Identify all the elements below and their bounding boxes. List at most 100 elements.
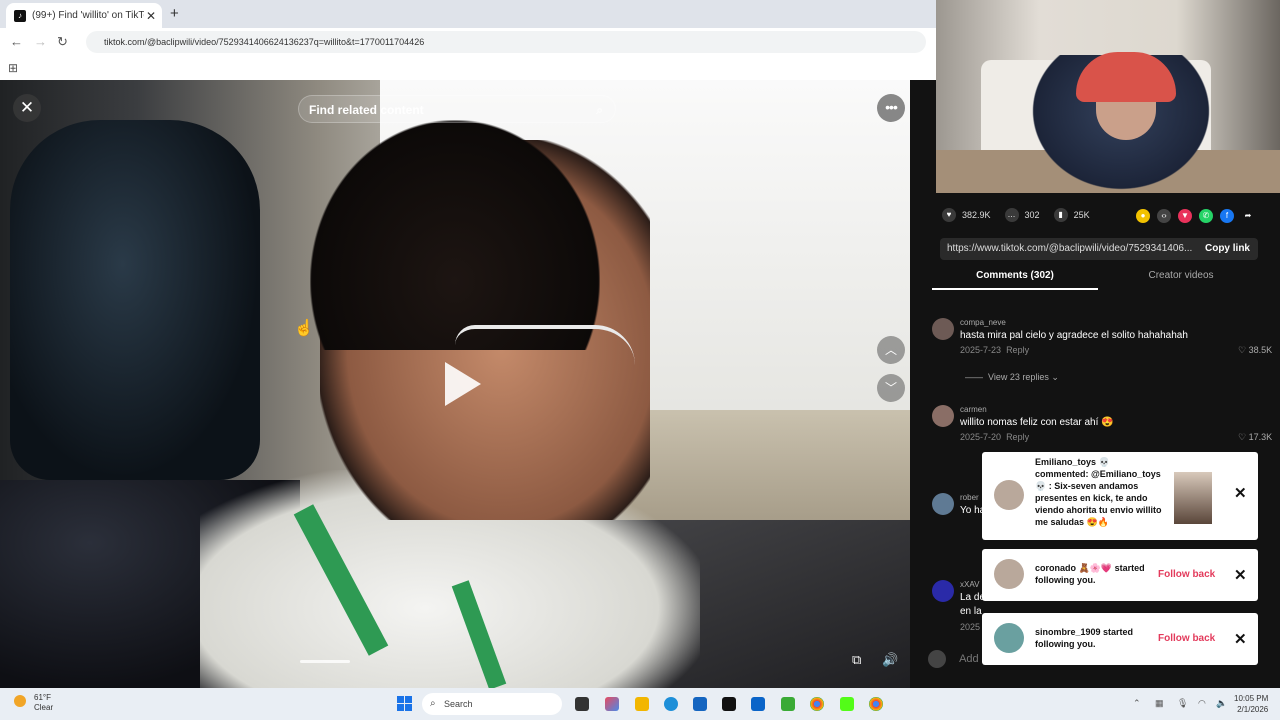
engagement-actions: ♥ 382.9K … 302 ▮ 25K: [942, 208, 1104, 222]
next-video-button[interactable]: ﹀: [877, 374, 905, 402]
clock-date: 2/1/2026: [1237, 705, 1269, 714]
browser-tab[interactable]: ♪ (99+) Find 'willito' on TikTok | Ti ✕: [6, 3, 162, 28]
volume-icon[interactable]: 🔊: [882, 652, 898, 668]
play-icon[interactable]: [445, 362, 481, 406]
mouse-cursor-icon: ☝: [294, 320, 314, 337]
notification-follow[interactable]: sinombre_1909 started following you. Fol…: [982, 613, 1258, 665]
taskbar-clock[interactable]: 10:05 PM 2/1/2026: [1234, 693, 1268, 715]
save-action[interactable]: ▮ 25K: [1053, 208, 1090, 222]
close-notification-icon[interactable]: ✕: [1234, 630, 1247, 648]
notification-follow[interactable]: coronado 🧸🌸💗 started following you. Foll…: [982, 549, 1258, 601]
facebook-icon[interactable]: f: [1220, 209, 1234, 223]
tiktok-app-icon[interactable]: [722, 697, 736, 711]
close-video-button[interactable]: ✕: [13, 94, 41, 122]
previous-video-button[interactable]: ︿: [877, 336, 905, 364]
send-icon[interactable]: ▼: [1178, 209, 1192, 223]
comment-username[interactable]: rober: [960, 493, 979, 502]
reply-button[interactable]: Reply: [1006, 345, 1029, 355]
notification-comment[interactable]: Emiliano_toys 💀 commented: @Emiliano_toy…: [982, 452, 1258, 540]
avatar[interactable]: [932, 405, 954, 427]
video-thumbnail[interactable]: [1174, 472, 1212, 524]
comments-count: 302: [1024, 210, 1040, 220]
tab-comments[interactable]: Comments (302): [932, 270, 1098, 290]
comment-likes[interactable]: ♡ 17.3K: [1238, 432, 1272, 443]
windows-taskbar: 61°F Clear ⌕ Search ⌃ ▦ 🎙 ◠ 🔈 10:05 PM 2…: [0, 688, 1280, 720]
store-icon[interactable]: [693, 697, 707, 711]
comment-username[interactable]: compa_neve: [960, 318, 1006, 327]
avatar[interactable]: [932, 493, 954, 515]
tab-creator-videos[interactable]: Creator videos: [1098, 270, 1264, 288]
video-frame-glasses: [455, 325, 635, 369]
notification-text: Emiliano_toys 💀 commented: @Emiliano_toy…: [1035, 457, 1162, 527]
address-bar-row: ← → ↻ tiktok.com/@baclipwili/video/75293…: [0, 28, 936, 56]
bookmarks-bar: ⊞: [0, 56, 936, 80]
comment-action[interactable]: … 302: [1004, 208, 1040, 222]
notification-text: sinombre_1909 started following you.: [1035, 627, 1134, 649]
weather-icon[interactable]: [14, 695, 26, 707]
follow-back-button[interactable]: Follow back: [1158, 633, 1215, 644]
chrome-active-icon[interactable]: [869, 697, 883, 711]
chrome-icon[interactable]: [810, 697, 824, 711]
find-related-placeholder: Find related content: [309, 103, 424, 117]
taskbar-search[interactable]: ⌕ Search: [422, 693, 562, 715]
reload-icon[interactable]: ↻: [57, 34, 68, 50]
copy-link-button[interactable]: Copy link: [1205, 238, 1250, 260]
weather-widget[interactable]: 61°F Clear: [34, 693, 53, 713]
like-action[interactable]: ♥ 382.9K: [942, 208, 991, 222]
webcam-overlay: [936, 0, 1280, 193]
whatsapp-icon[interactable]: ✆: [1199, 209, 1213, 223]
minecraft-icon[interactable]: [781, 697, 795, 711]
tray-network-icon[interactable]: ▦: [1155, 698, 1165, 708]
share-arrow-icon[interactable]: ➦: [1241, 209, 1255, 223]
avatar[interactable]: [932, 580, 954, 602]
search-icon: ⌕: [430, 698, 436, 709]
saves-count: 25K: [1073, 210, 1090, 220]
apps-grid-icon[interactable]: ⊞: [8, 61, 18, 75]
reply-button[interactable]: Reply: [1006, 432, 1029, 442]
comment-meta: 2025-7-20 Reply: [960, 432, 1029, 442]
file-explorer-icon[interactable]: [635, 697, 649, 711]
avatar: [928, 650, 946, 668]
comment-text: willito nomas feliz con estar ahí 😍: [960, 417, 1114, 428]
comment-date: 2025-7-20: [960, 432, 1002, 442]
tray-microphone-icon[interactable]: 🎙: [1177, 698, 1188, 708]
avatar[interactable]: [932, 318, 954, 340]
notification-text: coronado 🧸🌸💗 started following you.: [1035, 563, 1145, 585]
task-view-icon[interactable]: [575, 697, 589, 711]
comment-likes-count: 17.3K: [1248, 432, 1273, 442]
back-icon[interactable]: ←: [10, 34, 23, 49]
avatar: [994, 559, 1024, 589]
embed-icon[interactable]: ‹›: [1157, 209, 1171, 223]
comment-username[interactable]: carmen: [960, 405, 987, 414]
add-comment-placeholder: Add: [959, 653, 979, 665]
tab-close-icon[interactable]: ✕: [144, 9, 158, 23]
start-button[interactable]: [397, 696, 412, 711]
view-replies-label: View 23 replies: [988, 372, 1049, 382]
outlook-icon[interactable]: [751, 697, 765, 711]
close-notification-icon[interactable]: ✕: [1234, 566, 1247, 584]
tray-volume-icon[interactable]: 🔈: [1216, 698, 1227, 708]
likes-count: 382.9K: [962, 210, 991, 220]
close-notification-icon[interactable]: ✕: [1234, 484, 1247, 502]
tray-chevron-icon[interactable]: ⌃: [1133, 698, 1143, 708]
copilot-icon[interactable]: [605, 697, 619, 711]
video-progress-bar[interactable]: [300, 660, 350, 663]
tray-wifi-icon[interactable]: ◠: [1198, 698, 1208, 708]
edge-icon[interactable]: [664, 697, 678, 711]
find-related-input[interactable]: Find related content ⌕: [298, 95, 616, 123]
search-icon[interactable]: ⌕: [596, 96, 603, 124]
friends-share-icon[interactable]: ●: [1136, 209, 1150, 223]
pip-icon[interactable]: ⧉: [852, 652, 861, 668]
forward-icon[interactable]: →: [34, 34, 47, 49]
kick-icon[interactable]: [840, 697, 854, 711]
more-options-button[interactable]: •••: [877, 94, 905, 122]
share-link-row: https://www.tiktok.com/@baclipwili/video…: [940, 238, 1258, 260]
avatar: [994, 480, 1024, 510]
new-tab-button[interactable]: +: [170, 5, 179, 22]
url-field[interactable]: tiktok.com/@baclipwili/video/75293414066…: [86, 31, 926, 53]
clock-time: 10:05 PM: [1234, 694, 1269, 703]
follow-back-button[interactable]: Follow back: [1158, 569, 1215, 580]
comment-username[interactable]: xXAV: [960, 580, 979, 589]
view-replies-button[interactable]: —— View 23 replies ⌄: [965, 372, 1059, 383]
comment-likes[interactable]: ♡ 38.5K: [1238, 345, 1272, 356]
